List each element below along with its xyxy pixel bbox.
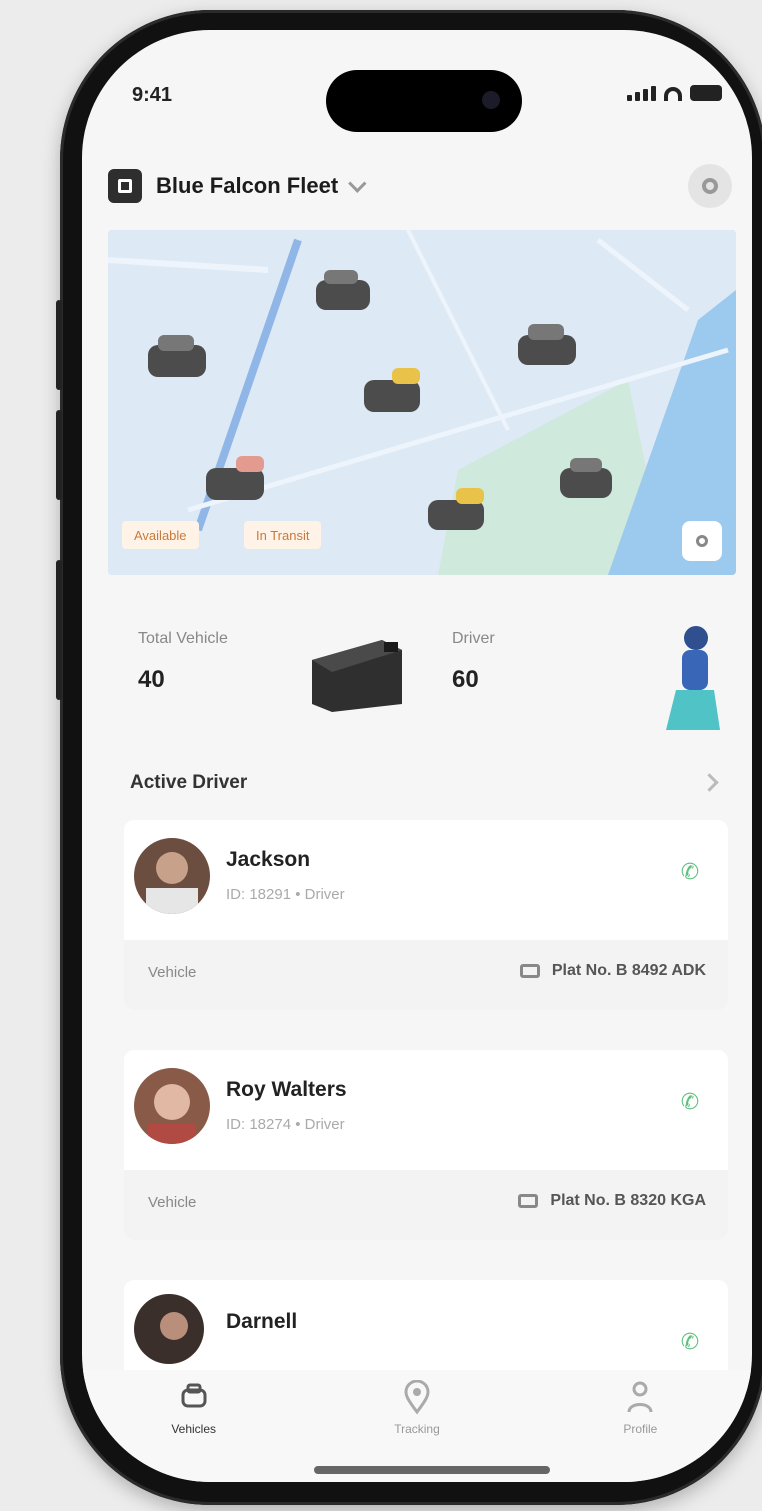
driver-subtitle: ID: 18291 • Driver (226, 886, 345, 903)
tab-label: Profile (623, 1422, 658, 1436)
chevron-down-icon[interactable] (348, 173, 367, 193)
signal-icon (627, 86, 656, 101)
map-legend-chip[interactable]: Available (122, 521, 199, 549)
tab-label: Vehicles (171, 1422, 217, 1436)
avatar (134, 1294, 204, 1364)
plate-info: Plat No. B 8320 KGA (518, 1192, 706, 1210)
map-canvas (108, 230, 736, 575)
avatar (134, 838, 210, 914)
driver-card[interactable]: Jackson ID: 18291 • Driver ✆ Vehicle Pla… (124, 820, 728, 1010)
card-icon (519, 964, 540, 978)
driver-card[interactable]: Darnell ✆ (124, 1280, 728, 1370)
home-indicator[interactable] (314, 1466, 550, 1474)
wifi-icon (664, 87, 682, 101)
person-icon (624, 1380, 656, 1414)
call-button[interactable]: ✆ (668, 850, 712, 894)
driver-subtitle: ID: 18274 • Driver (226, 1116, 345, 1133)
stats-row: Total Vehicle 40 Driver 60 (108, 598, 736, 738)
locate-button[interactable] (682, 521, 722, 561)
tab-label: Tracking (394, 1422, 440, 1436)
truck-icon (312, 640, 402, 712)
power-button (56, 560, 62, 700)
map-legend-chip[interactable]: In Transit (244, 521, 322, 549)
settings-button[interactable] (688, 164, 732, 208)
plate-info: Plat No. B 8492 ADK (519, 962, 706, 980)
card-icon (518, 1194, 539, 1208)
dynamic-island (326, 70, 522, 132)
status-time: 9:41 (132, 84, 173, 106)
plate-number: Plat No. B 8492 ADK (551, 962, 706, 979)
driver-name: Roy Walters (226, 1078, 347, 1101)
fleet-logo-icon (108, 169, 142, 203)
camera-icon (482, 91, 500, 109)
volume-button (56, 300, 62, 390)
vehicle-label: Vehicle (148, 964, 197, 981)
call-button[interactable]: ✆ (668, 1080, 712, 1124)
fleet-map[interactable]: Available In Transit (108, 230, 736, 575)
battery-icon (690, 85, 722, 101)
stat-value: 60 (452, 666, 479, 693)
locate-icon (696, 535, 708, 547)
driver-figure-icon (666, 626, 720, 730)
stat-total-vehicle[interactable]: Total Vehicle 40 (108, 598, 422, 738)
phone-icon: ✆ (680, 1089, 700, 1114)
vehicle-label: Vehicle (148, 1194, 197, 1211)
stat-label: Total Vehicle (138, 630, 228, 647)
driver-card[interactable]: Roy Walters ID: 18274 • Driver ✆ Vehicle… (124, 1050, 728, 1240)
stat-value: 40 (138, 666, 165, 693)
gear-icon (702, 178, 718, 194)
driver-name: Darnell (226, 1310, 298, 1333)
section-title: Active Driver (130, 772, 248, 793)
avatar (134, 1068, 210, 1144)
app-header: Blue Falcon Fleet (108, 162, 732, 210)
phone-icon: ✆ (680, 1329, 700, 1354)
phone-screen: 9:41 Blue Falcon Fleet Available In Tran… (82, 30, 752, 1482)
status-icons (627, 85, 722, 101)
call-button[interactable]: ✆ (668, 1320, 712, 1364)
location-icon (401, 1380, 433, 1414)
car-icon (178, 1380, 210, 1414)
phone-icon: ✆ (680, 859, 700, 884)
volume-button (56, 410, 62, 500)
plate-number: Plat No. B 8320 KGA (550, 1192, 706, 1209)
stat-label: Driver (452, 630, 495, 647)
driver-name: Jackson (226, 848, 311, 871)
tab-vehicles[interactable]: Vehicles (82, 1370, 305, 1482)
fleet-name[interactable]: Blue Falcon Fleet (156, 173, 338, 199)
chevron-right-icon[interactable] (700, 773, 719, 792)
tab-profile[interactable]: Profile (529, 1370, 752, 1482)
stat-driver[interactable]: Driver 60 (422, 598, 736, 738)
